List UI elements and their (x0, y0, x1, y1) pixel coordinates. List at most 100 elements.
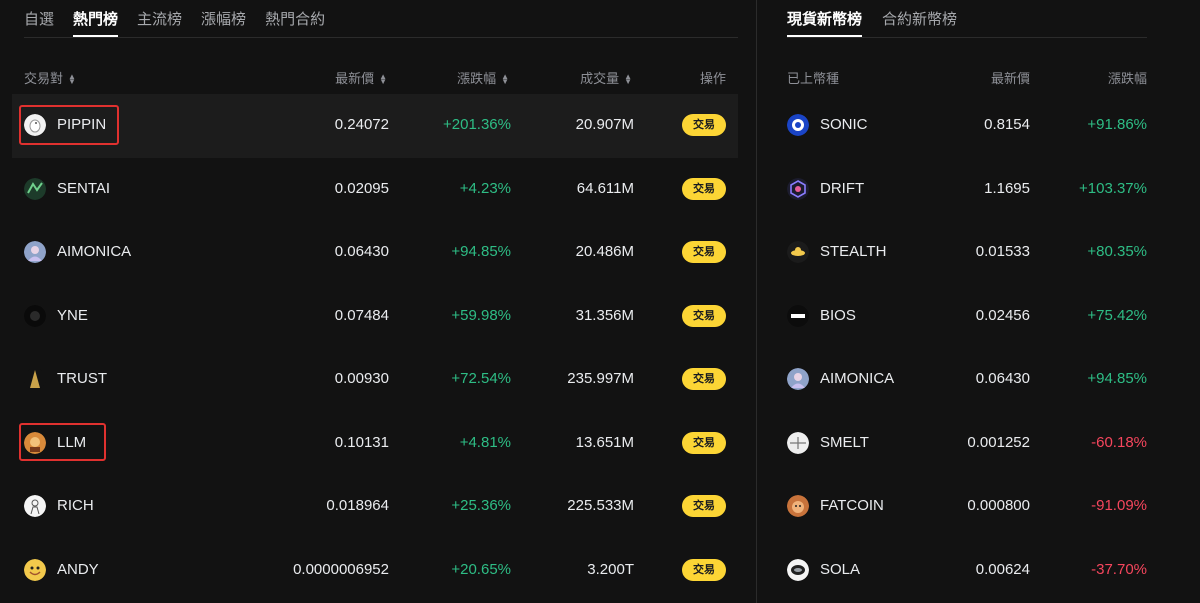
aimonica-icon (787, 368, 809, 390)
tab-hot-futures[interactable]: 熱門合約 (265, 0, 325, 37)
trust-icon (24, 368, 46, 390)
tab-futures-new-listings[interactable]: 合約新幣榜 (882, 0, 957, 37)
trade-button[interactable]: 交易 (682, 177, 726, 200)
coin-symbol: RICH (57, 497, 94, 514)
price-column-header[interactable]: 最新價 ▲ ▼ (335, 68, 387, 87)
last-price: 1.1695 (984, 179, 1030, 197)
new-listings-panel: 現貨新幣榜 合約新幣榜 已上幣種 最新價 漲跌幅 SONIC 0.8154 +91.… (787, 0, 1147, 603)
trade-button[interactable]: 交易 (682, 304, 726, 327)
last-price: 0.06430 (334, 243, 389, 260)
table-row[interactable]: RICH 0.018964 +25.36% 225.533M 交易 (12, 475, 738, 539)
last-price: 0.02095 (334, 179, 389, 197)
rich-icon (24, 495, 46, 517)
table-row[interactable]: FATCOIN 0.000800 -91.09% (787, 475, 1147, 539)
stealth-icon (787, 241, 809, 263)
last-price: 0.0000006952 (293, 560, 389, 578)
sola-icon (787, 558, 809, 581)
price-change: +80.35% (1087, 243, 1147, 260)
table-row[interactable]: TRUST 0.00930 +72.54% 235.997M 交易 (12, 348, 738, 412)
table-row[interactable]: AIMONICA 0.06430 +94.85% (787, 348, 1147, 412)
price-change: +91.86% (1087, 116, 1147, 133)
sort-icon[interactable]: ▲ ▼ (624, 72, 632, 85)
highlight-box-pippin (19, 105, 119, 145)
tab-mainstream[interactable]: 主流榜 (137, 0, 182, 37)
trade-button[interactable]: 交易 (682, 241, 726, 263)
price-change: -91.09% (1091, 497, 1147, 514)
coin-symbol: ANDY (57, 560, 99, 578)
price-change: +4.81% (459, 433, 511, 451)
volume: 225.533M (567, 497, 634, 514)
price-change: +201.36% (443, 116, 511, 133)
hot-list-rows: PIPPIN 0.24072 +201.36% 20.907M 交易 SENTAI 0.02… (12, 94, 738, 602)
sentai-icon (24, 177, 46, 200)
new-list-header: 已上幣種 最新價 漲跌幅 (787, 38, 1147, 94)
coin-symbol: BIOS (820, 306, 856, 324)
coin-symbol: SENTAI (57, 179, 111, 197)
last-price: 0.018964 (326, 497, 389, 514)
table-row[interactable]: SOLA 0.00624 -37.70% (787, 539, 1147, 603)
last-price: 0.02456 (975, 306, 1030, 324)
table-row[interactable]: AIMONICA 0.06430 +94.85% 20.486M 交易 (12, 221, 738, 285)
table-row[interactable]: SONIC 0.8154 +91.86% (787, 94, 1147, 158)
hot-list-header: 交易對 ▲ ▼ 最新價 ▲ ▼ 漲跌幅 ▲ ▼ 成交量 ▲ ▼ 操作 (12, 38, 738, 94)
tab-gainers[interactable]: 漲幅榜 (201, 0, 246, 37)
new-price-column-header: 最新價 (990, 71, 1030, 86)
last-price: 0.06430 (975, 370, 1030, 387)
pair-column-header[interactable]: 交易對 ▲ ▼ (24, 68, 76, 87)
aimonica-icon (24, 241, 46, 263)
coin-symbol: AIMONICA (57, 243, 132, 260)
last-price: 0.8154 (984, 116, 1030, 133)
sonic-icon (787, 114, 809, 136)
trade-button[interactable]: 交易 (682, 431, 726, 454)
last-price: 0.00930 (334, 370, 389, 387)
table-row[interactable]: BIOS 0.02456 +75.42% (787, 285, 1147, 349)
table-row[interactable]: PIPPIN 0.24072 +201.36% 20.907M 交易 (12, 94, 738, 158)
right-tab-bar: 現貨新幣榜 合約新幣榜 (787, 0, 1147, 38)
volume: 31.356M (575, 306, 634, 324)
trade-button[interactable]: 交易 (682, 495, 726, 517)
coin-symbol: SOLA (820, 560, 861, 578)
coin-symbol: SMELT (820, 433, 869, 451)
coin-symbol: STEALTH (820, 243, 887, 260)
trade-button[interactable]: 交易 (682, 368, 726, 390)
coin-symbol: AIMONICA (820, 370, 895, 387)
sort-icon[interactable]: ▲ ▼ (501, 72, 509, 85)
price-change: +20.65% (451, 560, 511, 578)
coin-symbol: DRIFT (820, 179, 865, 197)
price-change: +94.85% (1087, 370, 1147, 387)
volume: 20.907M (575, 116, 634, 133)
table-row[interactable]: ANDY 0.0000006952 +20.65% 3.200T 交易 (12, 539, 738, 603)
coin-symbol: YNE (57, 306, 88, 324)
change-column-header[interactable]: 漲跌幅 ▲ ▼ (457, 68, 509, 87)
tab-hot-list[interactable]: 熱門榜 (73, 0, 119, 37)
andy-icon (24, 558, 46, 581)
volume: 3.200T (587, 560, 634, 578)
price-change: +103.37% (1079, 179, 1147, 197)
table-row[interactable]: DRIFT 1.1695 +103.37% (787, 158, 1147, 222)
trade-button[interactable]: 交易 (682, 114, 726, 136)
sort-icon[interactable]: ▲ ▼ (68, 72, 76, 85)
coin-symbol: TRUST (57, 370, 107, 387)
highlight-box-llm (19, 423, 106, 461)
tab-watchlist[interactable]: 自選 (24, 0, 54, 37)
table-row[interactable]: YNE 0.07484 +59.98% 31.356M 交易 (12, 285, 738, 349)
table-row[interactable]: LLM 0.10131 +4.81% 13.651M 交易 (12, 412, 738, 476)
last-price: 0.001252 (967, 433, 1030, 451)
coin-symbol: SONIC (820, 116, 868, 133)
fatcoin-icon (787, 495, 809, 517)
volume: 13.651M (575, 433, 634, 451)
smelt-icon (787, 431, 809, 454)
panel-divider (756, 0, 757, 603)
table-row[interactable]: SMELT 0.001252 -60.18% (787, 412, 1147, 476)
volume-column-header[interactable]: 成交量 ▲ ▼ (580, 68, 632, 87)
volume: 20.486M (575, 243, 634, 260)
last-price: 0.07484 (334, 306, 389, 324)
last-price: 0.000800 (967, 497, 1030, 514)
trade-button[interactable]: 交易 (682, 558, 726, 581)
table-row[interactable]: STEALTH 0.01533 +80.35% (787, 221, 1147, 285)
last-price: 0.24072 (334, 116, 389, 133)
table-row[interactable]: SENTAI 0.02095 +4.23% 64.611M 交易 (12, 158, 738, 222)
sort-icon[interactable]: ▲ ▼ (379, 72, 387, 85)
tab-spot-new-listings[interactable]: 現貨新幣榜 (787, 0, 863, 37)
coin-symbol: FATCOIN (820, 497, 884, 514)
